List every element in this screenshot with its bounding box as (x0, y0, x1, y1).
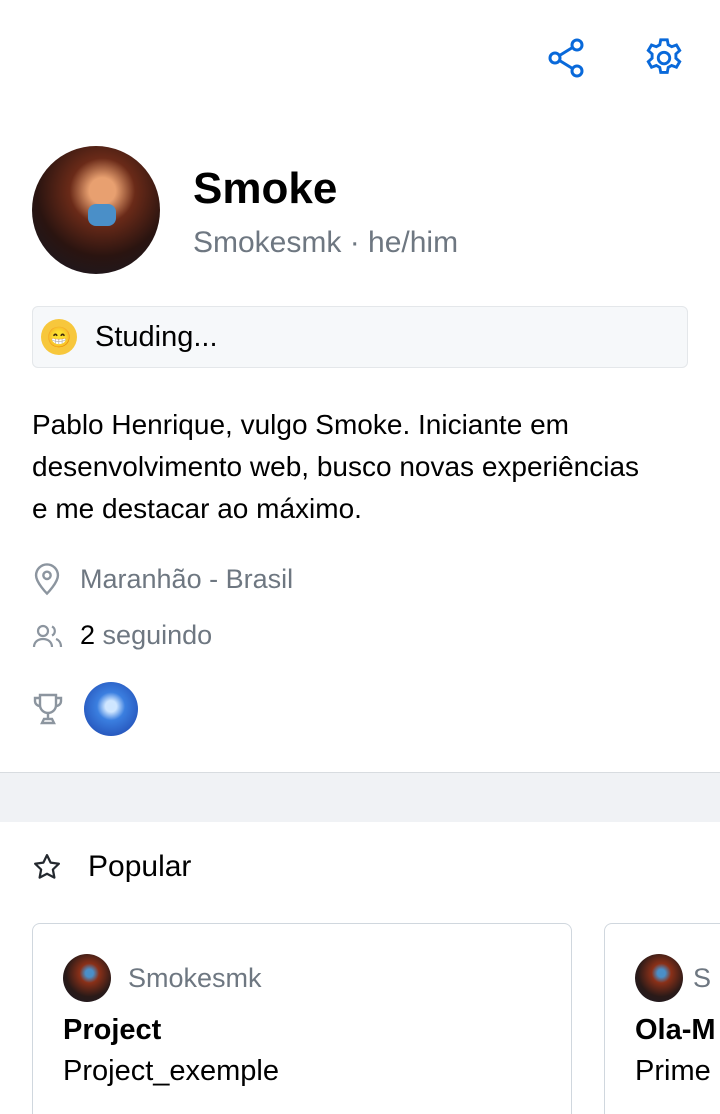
trophy-icon (33, 693, 63, 725)
share-button[interactable] (542, 34, 590, 82)
following-label: seguindo (102, 620, 213, 650)
repo-description: Prime (635, 1055, 711, 1087)
username-pronouns: Smokesmk · he/him (193, 226, 459, 259)
popular-title: Popular (88, 850, 192, 883)
location-pin-icon (34, 563, 60, 596)
popular-header: Popular (32, 850, 191, 884)
following-count: 2 (80, 620, 96, 650)
repo-title: Ola-M (635, 1014, 716, 1046)
achievements-row (32, 682, 138, 736)
status-text: Studing... (95, 320, 218, 353)
avatar[interactable] (32, 146, 160, 274)
share-icon (548, 38, 584, 78)
gear-icon (646, 38, 682, 74)
repo-card[interactable]: Smokesmk Project Project_exemple (32, 923, 572, 1114)
owner-avatar (635, 954, 683, 1002)
people-icon (32, 624, 63, 647)
location-row: Maranhão - Brasil (32, 562, 293, 596)
achievement-badge[interactable] (84, 682, 138, 736)
owner-avatar (63, 954, 111, 1002)
section-divider (0, 772, 720, 822)
grin-emoji-icon: 😁 (41, 319, 77, 355)
repo-card[interactable]: S Ola-M Prime (604, 923, 720, 1114)
status-box[interactable]: 😁 Studing... (32, 306, 688, 368)
profile-name: Smoke (193, 164, 338, 213)
repo-title: Project (63, 1014, 162, 1046)
location: Maranhão - Brasil (80, 563, 294, 594)
repo-owner: Smokesmk (128, 962, 262, 993)
repo-owner: S (693, 962, 712, 993)
repo-description: Project_exemple (63, 1055, 279, 1087)
star-icon (34, 854, 60, 879)
settings-button[interactable] (640, 34, 688, 82)
following-row[interactable]: 2 seguindo (32, 620, 212, 651)
bio: Pablo Henrique, vulgo Smoke. Iniciante e… (32, 409, 640, 524)
